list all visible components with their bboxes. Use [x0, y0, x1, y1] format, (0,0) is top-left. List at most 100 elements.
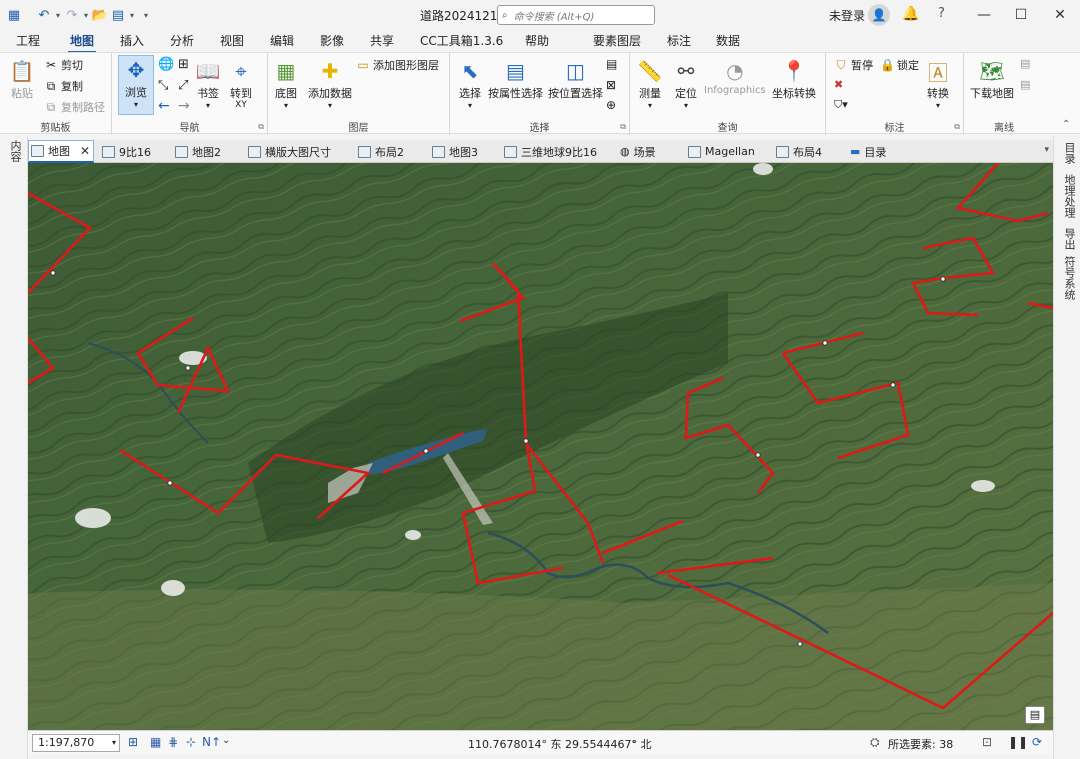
map-notes-icon[interactable]: ▤ [1025, 706, 1045, 724]
redo-dropdown-icon[interactable]: ▾ [82, 6, 90, 24]
select-by-location-button[interactable]: ◫ 按位置选择 [548, 57, 603, 101]
doc-tab-layout2[interactable]: 布局2 [356, 140, 404, 163]
notification-bell-icon[interactable]: 🔔 [902, 6, 919, 22]
back-extent-icon[interactable]: ← [158, 98, 170, 114]
north-arrow-icon[interactable]: N↑ [202, 735, 221, 749]
select-by-attribute-button[interactable]: ▤ 按属性选择 [488, 57, 543, 101]
add-data-button[interactable]: ✚ 添加数据 ▾ [308, 57, 352, 110]
convert-labels-button[interactable]: 🄰 转换 ▾ [924, 57, 952, 111]
save-dropdown-icon[interactable]: ▾ [128, 6, 136, 24]
refresh-icon[interactable]: ⟳ [1032, 735, 1042, 749]
pause-labels-button[interactable]: ⛉ 暂停 [834, 57, 873, 73]
tab-analysis[interactable]: 分析 [170, 32, 194, 49]
basemap-button[interactable]: ▦ 底图 ▾ [272, 57, 300, 110]
undo-icon[interactable]: ↶ [36, 6, 52, 24]
tab-imagery[interactable]: 影像 [320, 32, 344, 49]
tab-project[interactable]: 工程 [16, 32, 40, 49]
attributes-icon[interactable]: ▤ [606, 57, 617, 71]
maximize-button[interactable]: ☐ [1009, 4, 1033, 26]
cut-button[interactable]: ✂ 剪切 [44, 57, 83, 73]
tab-data[interactable]: 数据 [716, 32, 740, 49]
redo-icon[interactable]: ↷ [64, 6, 80, 24]
tab-cc-toolbox[interactable]: CC工具箱1.3.6 [420, 32, 503, 49]
scale-dropdown-icon[interactable]: ▾ [112, 735, 116, 751]
map-canvas[interactable] [28, 163, 1053, 730]
minimize-button[interactable]: — [972, 4, 996, 26]
unplaced-labels-icon[interactable]: ✖ [834, 78, 843, 91]
scale-input[interactable]: 1:197,870 ▾ [32, 734, 120, 752]
doc-tab-magellan[interactable]: Magellan [686, 140, 755, 163]
bookmarks-button[interactable]: 📖 书签 ▾ [194, 57, 222, 110]
contents-pane-tab[interactable]: 内容 [7, 140, 23, 162]
doc-tab-landscape[interactable]: 横版大图尺寸 [246, 140, 331, 163]
measure-button[interactable]: 📏 测量 ▾ [636, 57, 664, 110]
labeling-launcher-icon[interactable]: ⧉ [954, 122, 960, 132]
label-options-icon[interactable]: ⛉▾ [834, 98, 848, 112]
remove-offline-icon[interactable]: ▤ [1020, 78, 1030, 91]
forward-extent-icon[interactable]: → [178, 98, 190, 114]
pause-drawing-icon[interactable]: ❚❚ [1008, 735, 1028, 749]
command-search-input[interactable]: ⌕ 命令搜索 (Alt+Q) [497, 5, 655, 25]
tab-view[interactable]: 视图 [220, 32, 244, 49]
help-icon[interactable]: ? [938, 6, 945, 21]
goto-xy-button[interactable]: ⌖ 转到 XY [227, 57, 255, 110]
copy-button[interactable]: ⧉ 复制 [44, 78, 83, 94]
tab-overflow-icon[interactable]: ▾ [1044, 145, 1049, 155]
zoom-to-selection-icon[interactable]: ⊕ [606, 98, 616, 112]
download-map-button[interactable]: 🗺 下载地图 [970, 57, 1014, 101]
doc-tab-9x16[interactable]: 9比16 [100, 140, 151, 163]
coordinate-format-dropdown-icon[interactable]: ⌄ [630, 735, 638, 746]
map-tips-icon[interactable]: ⊡ [982, 735, 992, 749]
account-status[interactable]: 未登录 [829, 7, 865, 24]
tab-share[interactable]: 共享 [370, 32, 394, 49]
doc-tab-catalog[interactable]: ▬ 目录 [848, 140, 886, 163]
customize-toolbar-icon[interactable]: ▾ [142, 6, 150, 24]
doc-tab-map[interactable]: 地图 ✕ [28, 140, 94, 163]
grid-snap-icon[interactable]: ⊹ [186, 735, 196, 749]
close-window-button[interactable]: ✕ [1048, 4, 1072, 26]
open-folder-icon[interactable]: 📂 [92, 6, 108, 24]
avatar[interactable]: 👤 [868, 4, 890, 26]
catalog-pane-tab[interactable]: 目录 [1061, 142, 1077, 164]
zoom-out-fixed-icon[interactable]: ⤢ [178, 78, 188, 93]
grid-view-icon[interactable]: ⊞ [128, 735, 138, 749]
paste-button[interactable]: 📋 粘贴 [8, 57, 36, 101]
zoom-full-icon[interactable]: 🌐 [158, 57, 174, 72]
locate-button[interactable]: ⚯ 定位 ▾ [672, 57, 700, 110]
close-tab-icon[interactable]: ✕ [80, 144, 90, 158]
add-graphics-layer-button[interactable]: ▭ 添加图形图层 [356, 57, 439, 73]
tab-feature-layer[interactable]: 要素图层 [593, 32, 641, 49]
navigate-launcher-icon[interactable]: ⧉ [258, 122, 264, 132]
tab-labeling[interactable]: 标注 [667, 32, 691, 49]
table-view-icon[interactable]: ▦ [150, 735, 161, 749]
snapping-icon[interactable]: ⋕ [168, 735, 178, 749]
tab-insert[interactable]: 插入 [120, 32, 144, 49]
explore-button[interactable]: ✥ 浏览 ▾ [118, 55, 154, 115]
doc-tab-map3[interactable]: 地图3 [430, 140, 478, 163]
coordinate-convert-button[interactable]: 📍 坐标转换 [772, 57, 816, 101]
doc-tab-layout4[interactable]: 布局4 [774, 140, 822, 163]
previous-extent-icon[interactable]: ⊞ [178, 57, 189, 72]
tab-map[interactable]: 地图 [67, 32, 97, 53]
zoom-in-fixed-icon[interactable]: ⤡ [158, 78, 168, 93]
sync-icon[interactable]: ▤ [1020, 57, 1030, 70]
collapse-ribbon-icon[interactable]: ⌃ [1062, 119, 1070, 130]
selection-launcher-icon[interactable]: ⧉ [620, 122, 626, 132]
symbology-pane-tab[interactable]: 符号系统 [1061, 256, 1077, 300]
tab-help[interactable]: 帮助 [525, 32, 549, 49]
clear-selection-icon[interactable]: ⊠ [606, 78, 616, 92]
doc-tab-globe[interactable]: 三维地球9比16 [502, 140, 597, 163]
doc-tab-scene[interactable]: ◍ 场景 [618, 140, 656, 163]
export-pane-tab[interactable]: 导出 [1061, 228, 1077, 250]
undo-dropdown-icon[interactable]: ▾ [54, 6, 62, 24]
geoprocessing-pane-tab[interactable]: 地理处理 [1061, 174, 1077, 218]
copy-path-button[interactable]: ⧉ 复制路径 [44, 99, 105, 115]
map-view[interactable]: ▤ [28, 163, 1053, 730]
status-dropdown-icon[interactable]: ⌄ [222, 735, 230, 746]
tab-edit[interactable]: 编辑 [270, 32, 294, 49]
infographics-button[interactable]: ◔ Infographics [704, 57, 766, 96]
save-icon[interactable]: ▤ [110, 6, 126, 24]
lock-labels-button[interactable]: 🔒 锁定 [880, 57, 919, 73]
select-button[interactable]: ⬉ 选择 ▾ [456, 57, 484, 110]
doc-tab-map2[interactable]: 地图2 [173, 140, 221, 163]
